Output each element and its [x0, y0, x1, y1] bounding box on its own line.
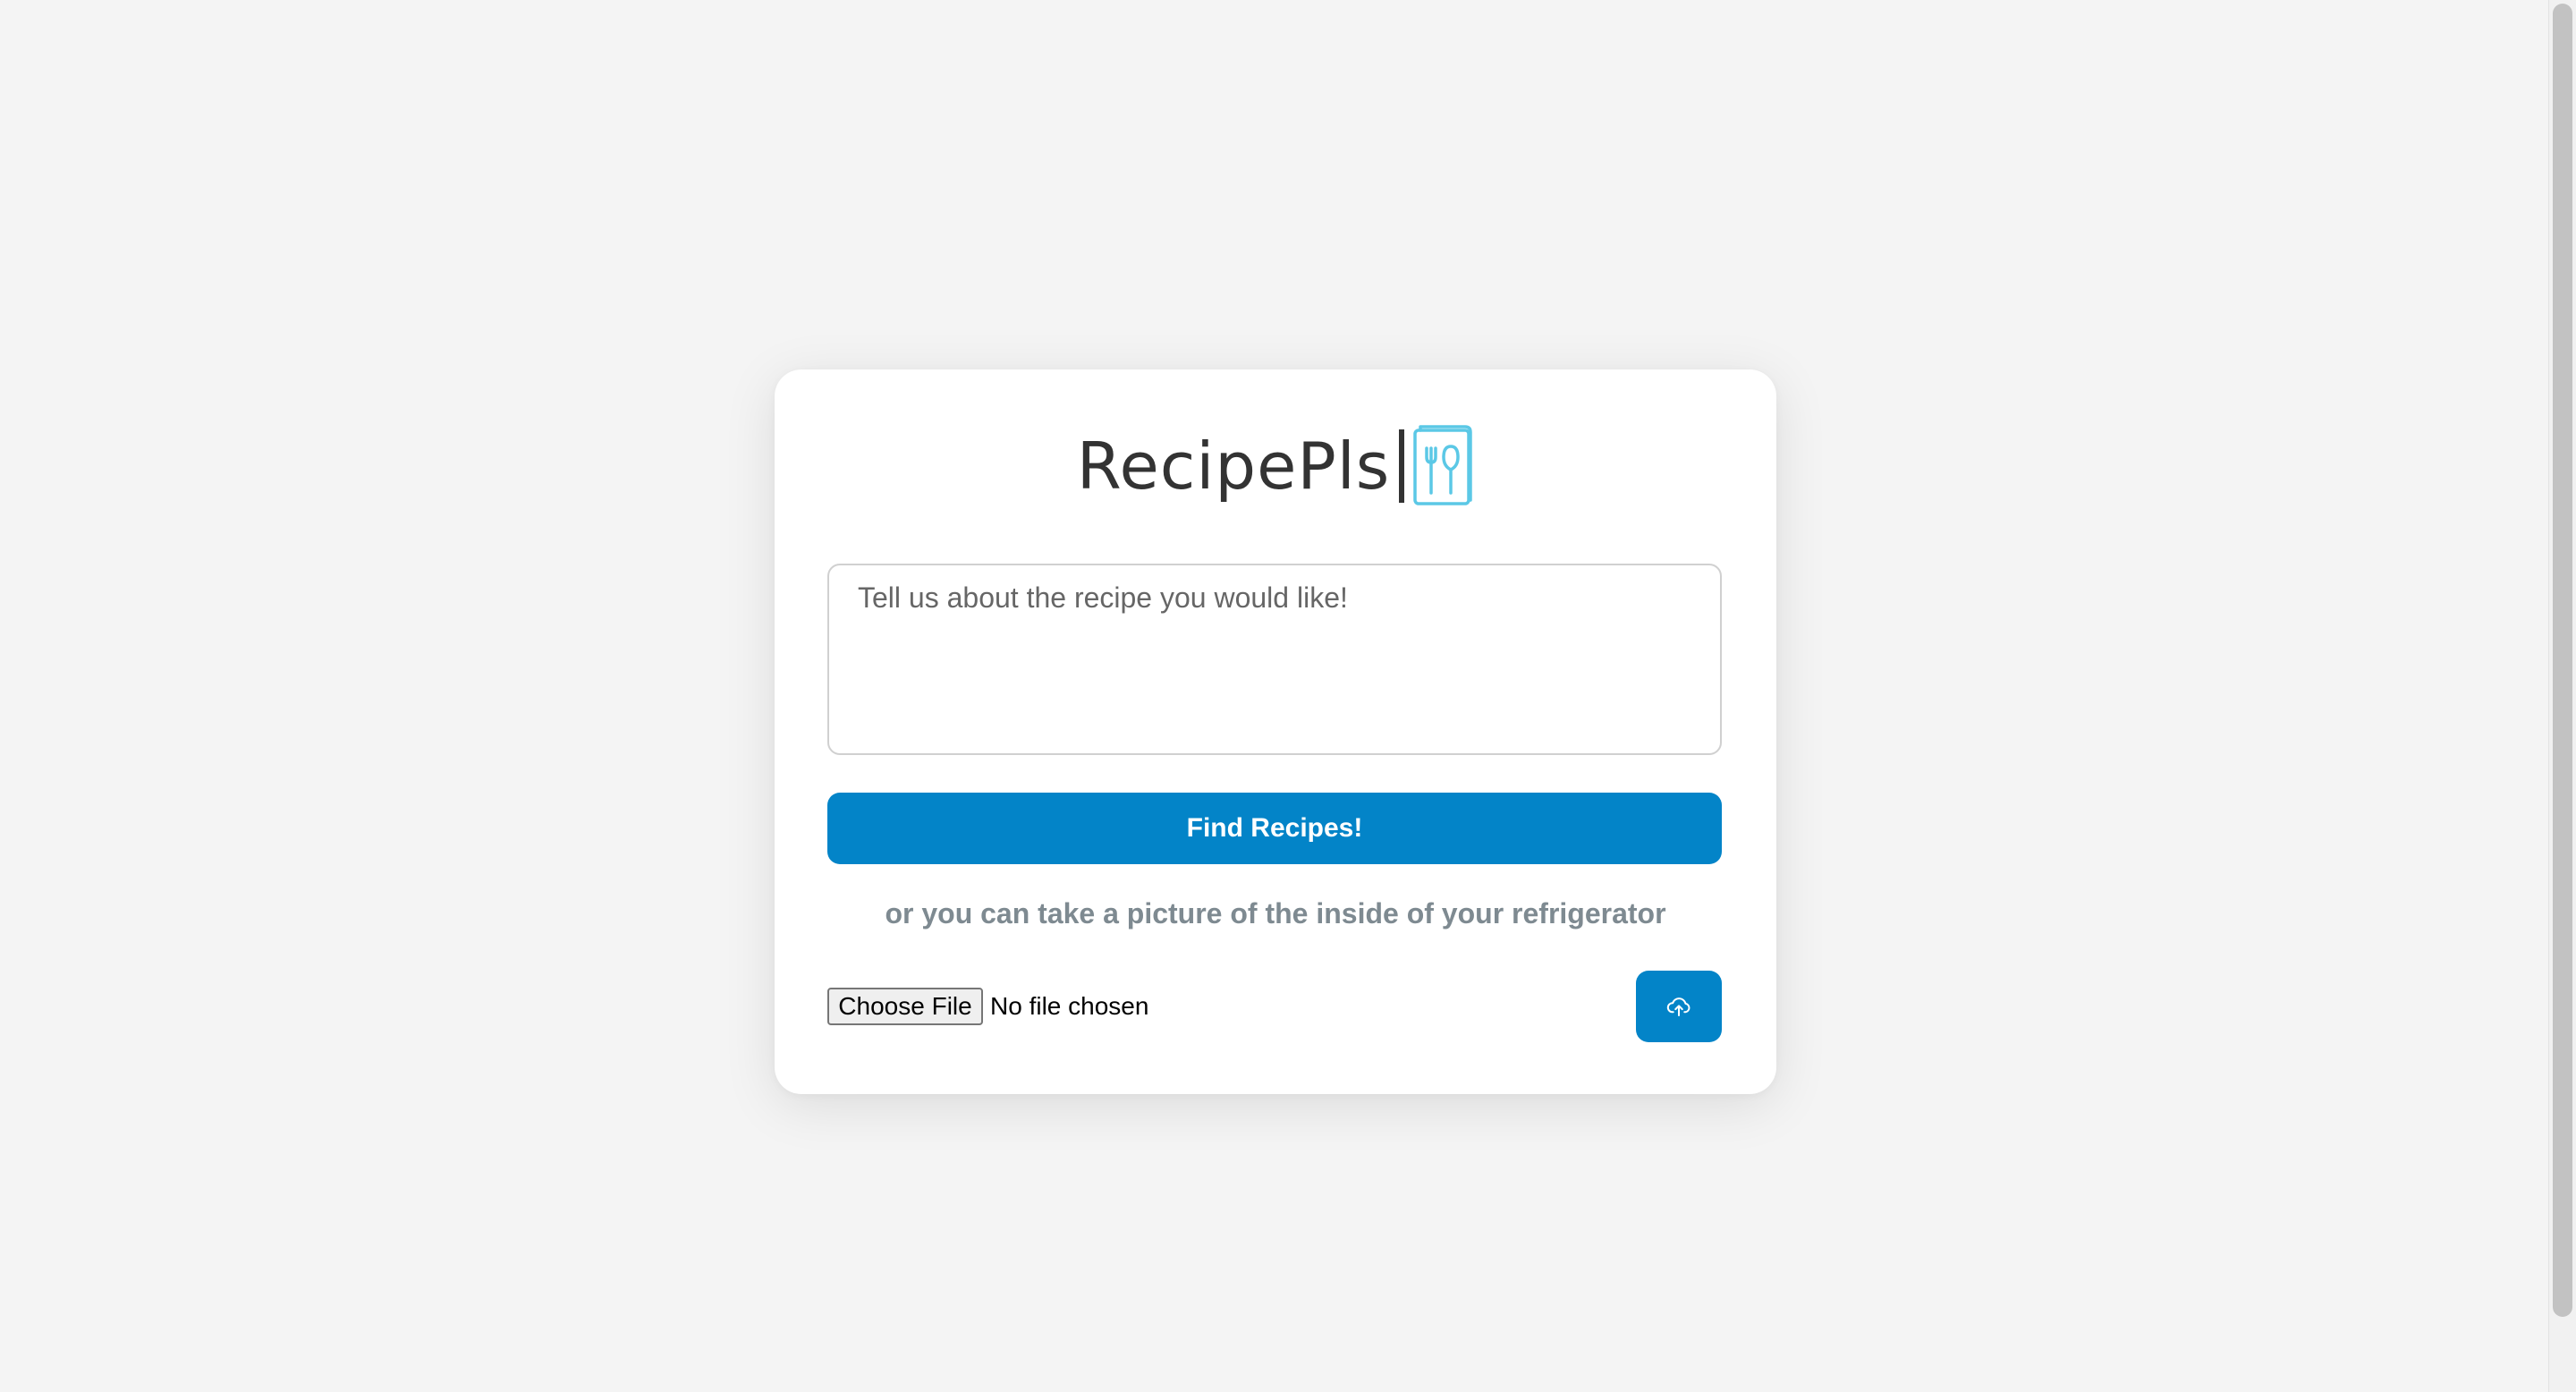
page: RecipePls Find Recipes! or you can take …	[0, 0, 2576, 1392]
file-status-text: No file chosen	[990, 992, 1149, 1020]
picture-alternative-text: or you can take a picture of the inside …	[885, 897, 1666, 929]
choose-file-button[interactable]: Choose File	[827, 988, 983, 1025]
logo-divider	[1399, 429, 1405, 503]
recipe-book-utensils-icon	[1413, 425, 1473, 505]
logo: RecipePls	[775, 421, 1776, 511]
find-recipes-button[interactable]: Find Recipes!	[827, 793, 1722, 864]
scrollbar-thumb[interactable]	[2553, 4, 2572, 1317]
recipe-card: RecipePls Find Recipes! or you can take …	[775, 369, 1776, 1094]
recipe-description-input[interactable]	[827, 564, 1722, 755]
upload-button[interactable]	[1636, 971, 1722, 1042]
logo-text: RecipePls	[1076, 429, 1391, 504]
cloud-upload-icon	[1666, 997, 1690, 1016]
file-upload-row: Choose File No file chosen	[827, 969, 1722, 1042]
vertical-scrollbar[interactable]	[2548, 0, 2576, 1392]
